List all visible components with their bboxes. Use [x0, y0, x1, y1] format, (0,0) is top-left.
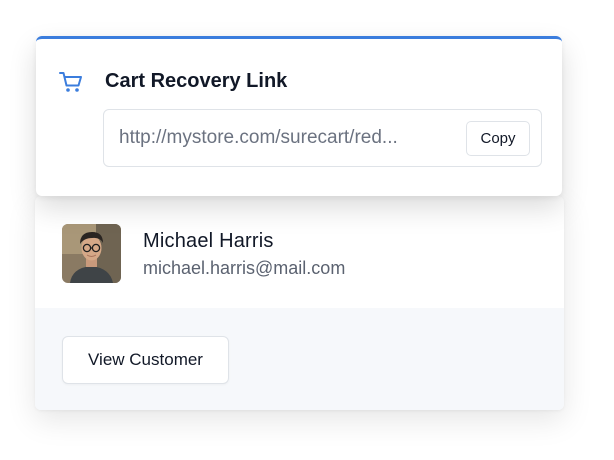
- customer-email: michael.harris@mail.com: [143, 258, 346, 278]
- panel-footer: View Customer: [35, 308, 564, 410]
- card-title: Cart Recovery Link: [105, 70, 288, 92]
- cart-recovery-card: Cart Recovery Link http://mystore.com/su…: [36, 36, 562, 196]
- customer-panel: Michael Harris michael.harris@mail.com V…: [35, 196, 564, 410]
- customer-avatar: [62, 224, 121, 283]
- avatar-image: [62, 224, 121, 283]
- shopping-cart-icon: [58, 69, 84, 95]
- recovery-link-field[interactable]: http://mystore.com/surecart/red... Copy: [103, 109, 542, 167]
- view-customer-button[interactable]: View Customer: [62, 336, 229, 384]
- copy-button[interactable]: Copy: [466, 121, 530, 156]
- customer-name: Michael Harris: [143, 230, 274, 252]
- recovery-link-value[interactable]: http://mystore.com/surecart/red...: [119, 127, 454, 149]
